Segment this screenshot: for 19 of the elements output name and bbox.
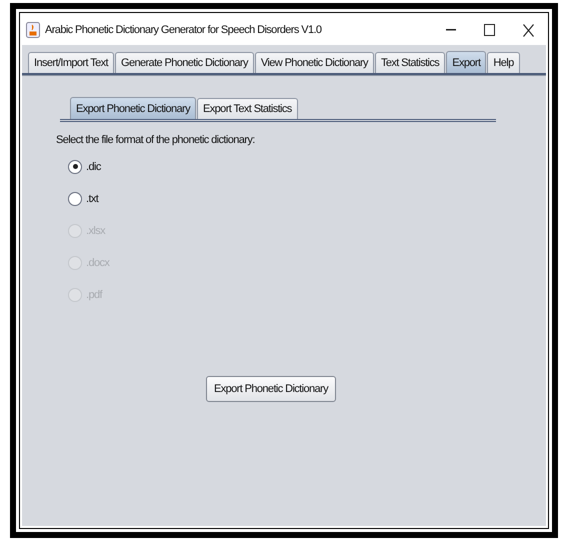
tab[interactable]: Text Statistics <box>374 52 446 73</box>
window-title: Arabic Phonetic Dictionary Generator for Speech Disorders V1.0 <box>45 24 322 36</box>
close-icon[interactable] <box>523 24 534 36</box>
minimize-icon[interactable] <box>446 29 456 31</box>
tab[interactable]: Help <box>487 52 520 73</box>
export-button[interactable]: Export Phonetic Dictionary <box>206 376 336 402</box>
prompt-label: Select the file format of the phonetic dictionary: <box>56 134 256 146</box>
radio-button[interactable] <box>68 192 82 206</box>
radio-label: .txt <box>86 192 98 204</box>
java-cup-icon <box>26 22 40 38</box>
tab[interactable]: Generate Phonetic Dictionary <box>114 52 254 73</box>
tab[interactable]: Export Phonetic Dictionary <box>70 97 196 119</box>
maximize-icon[interactable] <box>484 24 495 36</box>
tab[interactable]: View Phonetic Dictionary <box>254 52 374 73</box>
radio-label: .dic <box>86 160 101 172</box>
tab[interactable]: Insert/Import Text <box>28 52 114 73</box>
tab[interactable]: Export <box>446 51 486 73</box>
radio-button[interactable] <box>68 160 82 174</box>
tab[interactable]: Export Text Statistics <box>197 98 298 119</box>
